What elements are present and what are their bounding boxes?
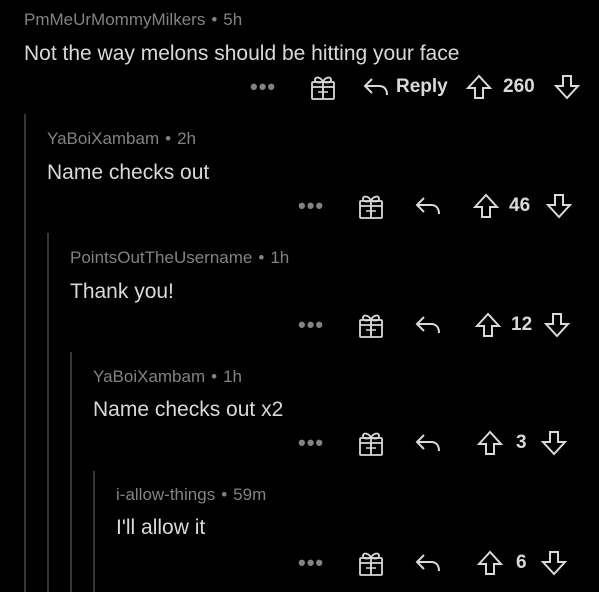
timestamp: 1h bbox=[270, 248, 290, 267]
reply-label: Reply bbox=[396, 76, 448, 97]
username[interactable]: PointsOutTheUsername bbox=[70, 248, 252, 267]
award-button[interactable] bbox=[357, 308, 385, 342]
upvote-icon bbox=[476, 429, 504, 457]
thread-line-2[interactable] bbox=[47, 233, 49, 592]
more-options-button[interactable]: ••• bbox=[298, 546, 324, 580]
score-value: 6 bbox=[516, 552, 527, 573]
reply-icon bbox=[414, 194, 442, 218]
comment-meta: YaBoiXambam • 2h bbox=[47, 129, 196, 149]
separator-dot: • bbox=[211, 10, 218, 29]
award-button[interactable] bbox=[357, 189, 385, 223]
comment-meta: YaBoiXambam • 1h bbox=[93, 367, 242, 387]
award-button[interactable] bbox=[357, 546, 385, 580]
more-options-button[interactable]: ••• bbox=[298, 426, 324, 460]
comment-meta: i-allow-things • 59m bbox=[116, 485, 266, 505]
comment-actions: ••• 12 bbox=[0, 308, 599, 342]
comment-body: I'll allow it bbox=[116, 516, 206, 539]
comment-meta: PointsOutTheUsername • 1h bbox=[70, 248, 289, 268]
gift-icon bbox=[309, 73, 337, 101]
separator-dot: • bbox=[221, 485, 228, 504]
reply-icon bbox=[414, 431, 442, 455]
score: 46 bbox=[509, 189, 530, 223]
reply-icon bbox=[414, 313, 442, 337]
score: 3 bbox=[516, 426, 527, 460]
username[interactable]: YaBoiXambam bbox=[93, 367, 205, 386]
separator-dot: • bbox=[258, 248, 265, 267]
downvote-icon bbox=[540, 429, 568, 457]
timestamp: 1h bbox=[223, 367, 243, 386]
username[interactable]: YaBoiXambam bbox=[47, 129, 159, 148]
upvote-icon bbox=[465, 73, 493, 101]
gift-icon bbox=[357, 549, 385, 577]
award-button[interactable] bbox=[309, 70, 337, 104]
downvote-button[interactable] bbox=[553, 70, 581, 104]
downvote-button[interactable] bbox=[543, 308, 571, 342]
comment-meta: PmMeUrMommyMilkers • 5h bbox=[24, 10, 242, 30]
username[interactable]: PmMeUrMommyMilkers bbox=[24, 10, 205, 29]
reply-button[interactable]: Reply bbox=[362, 70, 448, 104]
thread-line-1[interactable] bbox=[24, 114, 26, 592]
upvote-icon bbox=[474, 311, 502, 339]
downvote-icon bbox=[540, 549, 568, 577]
upvote-button[interactable] bbox=[476, 426, 504, 460]
upvote-button[interactable] bbox=[472, 189, 500, 223]
more-options-button[interactable]: ••• bbox=[250, 70, 276, 104]
comment-actions: ••• 3 bbox=[0, 426, 599, 460]
upvote-button[interactable] bbox=[476, 546, 504, 580]
gift-icon bbox=[357, 192, 385, 220]
more-label: ••• bbox=[298, 193, 325, 218]
timestamp: 59m bbox=[233, 485, 267, 504]
timestamp: 2h bbox=[177, 129, 197, 148]
username[interactable]: i-allow-things bbox=[116, 485, 215, 504]
timestamp: 5h bbox=[223, 10, 243, 29]
separator-dot: • bbox=[211, 367, 218, 386]
reply-button[interactable] bbox=[414, 189, 442, 223]
downvote-icon bbox=[553, 73, 581, 101]
more-label: ••• bbox=[298, 550, 325, 575]
gift-icon bbox=[357, 429, 385, 457]
comment-body: Thank you! bbox=[70, 280, 174, 303]
more-label: ••• bbox=[298, 312, 325, 337]
more-options-button[interactable]: ••• bbox=[298, 189, 324, 223]
upvote-icon bbox=[472, 192, 500, 220]
downvote-button[interactable] bbox=[540, 546, 568, 580]
more-label: ••• bbox=[250, 74, 277, 99]
comment-actions: ••• Reply 260 bbox=[0, 70, 599, 104]
reply-button[interactable] bbox=[414, 426, 442, 460]
comment-actions: ••• 6 bbox=[0, 546, 599, 580]
score-value: 46 bbox=[509, 195, 531, 216]
score-value: 12 bbox=[511, 314, 533, 335]
gift-icon bbox=[357, 311, 385, 339]
downvote-icon bbox=[545, 192, 573, 220]
reply-button[interactable] bbox=[414, 308, 442, 342]
downvote-button[interactable] bbox=[545, 189, 573, 223]
more-options-button[interactable]: ••• bbox=[298, 308, 324, 342]
comment-body: Name checks out bbox=[47, 161, 210, 184]
score: 6 bbox=[516, 546, 527, 580]
more-label: ••• bbox=[298, 430, 325, 455]
comment-body: Name checks out x2 bbox=[93, 398, 284, 421]
downvote-button[interactable] bbox=[540, 426, 568, 460]
reply-icon bbox=[414, 551, 442, 575]
upvote-icon bbox=[476, 549, 504, 577]
reply-button[interactable] bbox=[414, 546, 442, 580]
downvote-icon bbox=[543, 311, 571, 339]
comment-actions: ••• 46 bbox=[0, 189, 599, 223]
score-value: 3 bbox=[516, 432, 527, 453]
award-button[interactable] bbox=[357, 426, 385, 460]
separator-dot: • bbox=[165, 129, 172, 148]
score: 260 bbox=[503, 70, 535, 104]
upvote-button[interactable] bbox=[465, 70, 493, 104]
score-value: 260 bbox=[503, 76, 535, 97]
reply-icon bbox=[362, 75, 390, 99]
score: 12 bbox=[511, 308, 532, 342]
upvote-button[interactable] bbox=[474, 308, 502, 342]
comment-body: Not the way melons should be hitting you… bbox=[24, 42, 460, 65]
